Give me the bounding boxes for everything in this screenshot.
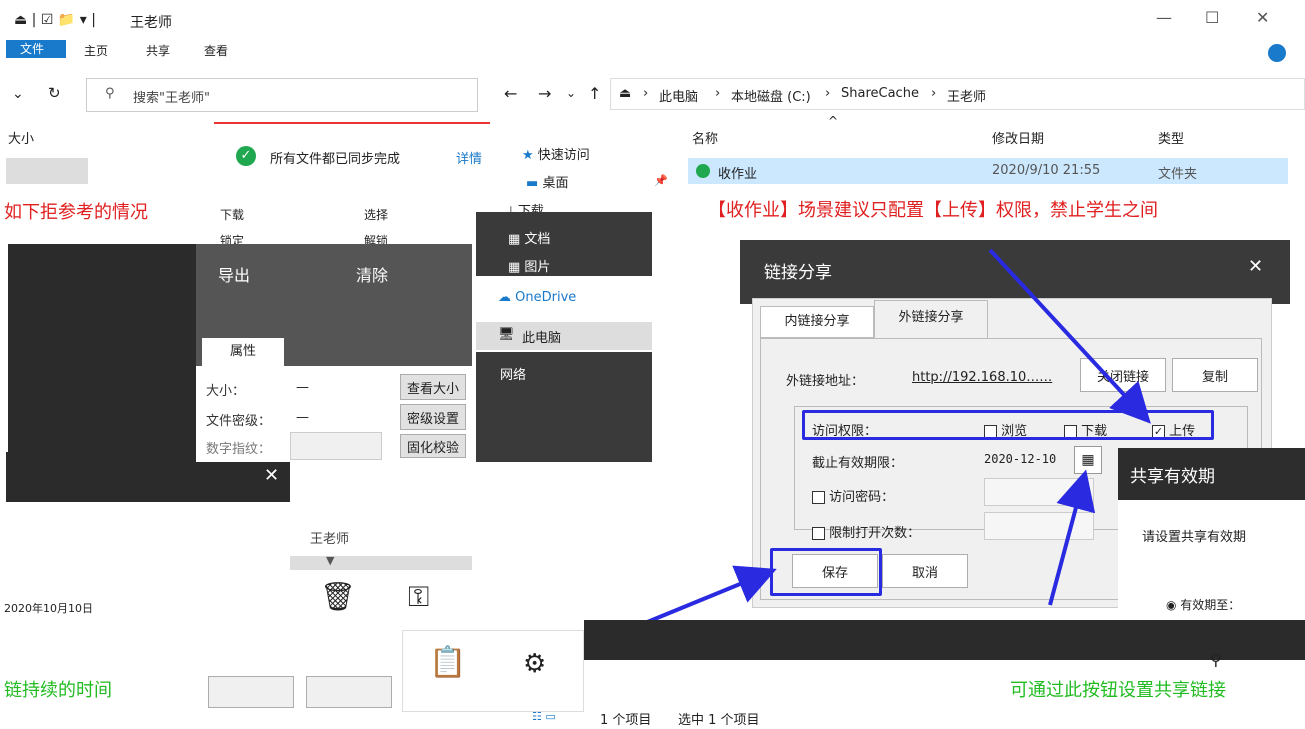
validity-desc: 请设置共享有效期 (1142, 530, 1247, 545)
validity-option[interactable]: ◉ 有效期至： (1166, 596, 1240, 613)
bottom-toolbar: 📋 ⚙ (402, 630, 584, 712)
bottom-dark-bar (584, 620, 1305, 660)
validity-title: 共享有效期 (1130, 467, 1215, 487)
details-view-icon[interactable]: ☷ ▭ (532, 710, 556, 723)
bottom-button-2[interactable] (306, 676, 392, 708)
arrow-to-calendar (1048, 469, 1096, 606)
validity-header: 共享有效期 (1118, 448, 1305, 500)
validity-body: 请设置共享有效期 ◉ 有效期至： (1118, 500, 1305, 613)
arrow-to-permissions (988, 248, 1151, 424)
search-icon[interactable]: ⚲ (1210, 650, 1222, 669)
annotation-right-green: 可通过此按钮设置共享链接 (1010, 680, 1226, 701)
arrow-to-save (639, 565, 777, 627)
bottom-button-1[interactable] (208, 676, 294, 708)
gear-icon[interactable]: ⚙ (523, 649, 546, 679)
certificate-icon[interactable]: 📋 (429, 645, 466, 680)
status-selected: 选中 1 个项目 (678, 713, 760, 728)
status-items: 1 个项目 (600, 713, 652, 728)
annotation-left-green: 链持续的时间 (4, 680, 112, 701)
